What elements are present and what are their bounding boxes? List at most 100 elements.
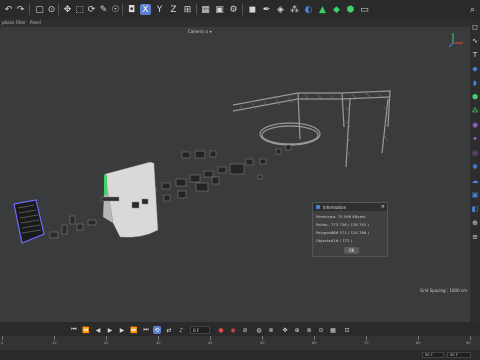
next-frame-icon[interactable]: ▶ <box>118 326 126 334</box>
brush-icon[interactable]: ✎ <box>98 4 109 15</box>
truss-structure <box>232 90 391 168</box>
effector-icon[interactable]: ◆ <box>331 4 342 15</box>
field-icon[interactable]: ▲ <box>317 4 328 15</box>
info-row-memory: Memory: ca. 75 566 KBytes <box>313 214 387 219</box>
tick-mark <box>366 336 367 340</box>
autokey-icon[interactable]: ◉ <box>229 326 237 334</box>
scale-key-icon[interactable]: ⊕ <box>293 326 301 334</box>
select-icon[interactable]: ▢ <box>34 4 45 15</box>
min-frame-field[interactable]: 90 F <box>422 352 444 358</box>
dialog-title: Information <box>323 204 347 210</box>
axis-z-icon[interactable]: Z <box>168 4 179 15</box>
go-to-start-icon[interactable]: ⏮ <box>70 326 78 334</box>
pen-spline-icon[interactable]: ✒ <box>261 4 272 15</box>
object-icon[interactable]: ◻ <box>471 23 479 31</box>
menu-panel[interactable]: Panel <box>30 20 41 25</box>
info-value: 616 ( 772 ) <box>331 238 353 243</box>
bend-deformer-icon[interactable]: ◐ <box>303 4 314 15</box>
move-icon[interactable]: ✥ <box>62 4 73 15</box>
cloner-icon[interactable]: ⁂ <box>471 107 479 115</box>
timeline-panel: ⏮ ⏪ ◀ ▶ ▶ ⏩ ⏭ ⟲ ⇄ ♪ 0 F ● ◉ ⊘ ◍ ⊗ ✥ ⊕ ⊛ … <box>0 322 480 360</box>
rotation-key-icon[interactable]: ⊛ <box>305 326 313 334</box>
axis-x-icon[interactable]: X <box>140 4 151 15</box>
menu-options[interactable]: ptions <box>2 20 14 25</box>
effector-icon[interactable]: ⬢ <box>471 93 479 101</box>
tag-icon[interactable]: ◉ <box>471 121 479 129</box>
next-key-icon[interactable]: ⏩ <box>130 326 138 334</box>
tick-label: 0 <box>1 341 4 345</box>
render-view-icon[interactable]: ▦ <box>200 4 211 15</box>
equipment-cluster <box>149 144 292 202</box>
menu-filter[interactable]: Filter <box>16 20 26 25</box>
toolbar-separator <box>242 4 243 15</box>
max-frame-field[interactable]: 90 F <box>447 352 471 358</box>
key-icon[interactable]: ◍ <box>255 326 263 334</box>
previous-key-icon[interactable]: ⏪ <box>82 326 90 334</box>
close-icon[interactable]: × <box>381 204 385 210</box>
coordinate-system-icon[interactable]: ⊞ <box>182 4 193 15</box>
axis-y-icon[interactable]: Y <box>154 4 165 15</box>
generator-icon[interactable]: ◆ <box>471 65 479 73</box>
render-settings-icon[interactable]: ⚙ <box>228 4 239 15</box>
info-key: Points: <box>316 222 329 227</box>
ok-button[interactable]: OK <box>344 247 359 254</box>
text-icon[interactable]: T <box>471 51 479 59</box>
light-icon[interactable]: ✺ <box>471 163 479 171</box>
tick-label: 50 <box>260 341 265 345</box>
undo-icon[interactable]: ↶ <box>3 4 14 15</box>
parameter-key-icon[interactable]: ⊙ <box>317 326 325 334</box>
tick-mark <box>262 336 263 340</box>
record-icon[interactable]: ● <box>217 326 225 334</box>
spline-icon[interactable]: ∿ <box>471 37 479 45</box>
tick-label: 80 <box>416 341 421 345</box>
3d-viewport[interactable]: Camera ⊙ ▾ Grid Spacing: 1000 cm <box>0 27 470 322</box>
null-icon[interactable]: ⊕ <box>471 219 479 227</box>
tick-label: 30 <box>156 341 161 345</box>
volume-icon[interactable]: ◎ <box>471 149 479 157</box>
cloner-icon[interactable]: ⁂ <box>289 4 300 15</box>
field-icon[interactable]: ✦ <box>471 135 479 143</box>
current-frame-field[interactable]: 0 F <box>190 326 210 334</box>
instance-icon[interactable]: ≡ <box>471 233 479 241</box>
previous-frame-icon[interactable]: ◀ <box>94 326 102 334</box>
tick-mark <box>2 336 3 340</box>
sound-icon[interactable]: ♪ <box>177 326 185 334</box>
keyframe-selection-icon[interactable]: ⊘ <box>241 326 249 334</box>
magnet-icon[interactable]: ☉ <box>110 4 121 15</box>
go-to-end-icon[interactable]: ⏭ <box>142 326 150 334</box>
rotate-icon[interactable]: ⟳ <box>86 4 97 15</box>
camera-icon[interactable]: ◧ <box>471 205 479 213</box>
time-ruler[interactable]: 0 10 20 30 40 50 60 70 80 90 <box>0 336 480 350</box>
info-value: 786 571 ( 134 786 ) <box>331 230 369 235</box>
tick-label: 40 <box>208 341 213 345</box>
scene-icon[interactable]: ▣ <box>471 191 479 199</box>
tick-mark <box>54 336 55 340</box>
search-icon[interactable]: ⌕ <box>467 4 478 15</box>
pla-key-icon[interactable]: ▦ <box>329 326 337 334</box>
server-rack <box>13 199 45 244</box>
axis-gizmo <box>448 33 463 48</box>
redo-icon[interactable]: ↷ <box>15 4 26 15</box>
position-key-icon[interactable]: ✥ <box>281 326 289 334</box>
live-selection-icon[interactable]: ⊙ <box>46 4 57 15</box>
sky-icon[interactable]: ☁ <box>471 177 479 185</box>
main-toolbar: ↶ ↷ ▢ ⊙ ✥ ⬚ ⟳ ✎ ☉ ◘ X Y Z ⊞ ▦ ▣ ⚙ ◼ ✒ ◈ … <box>0 0 480 19</box>
dynamics-icon[interactable]: ⬢ <box>345 4 356 15</box>
deform-icon[interactable]: ◗ <box>471 79 479 87</box>
cyclorama-backdrop <box>100 161 159 238</box>
locked-axis-icon[interactable]: ◘ <box>126 4 137 15</box>
floor-icon[interactable]: ▭ <box>359 4 370 15</box>
timeline-window-icon[interactable]: ⊡ <box>343 326 351 334</box>
play-icon[interactable]: ▶ <box>106 326 114 334</box>
info-key: Memory: <box>316 214 333 219</box>
loop-icon[interactable]: ⟲ <box>153 326 161 334</box>
render-picture-viewer-icon[interactable]: ▣ <box>214 4 225 15</box>
subdivision-icon[interactable]: ◈ <box>275 4 286 15</box>
scale-icon[interactable]: ⬚ <box>74 4 85 15</box>
truss-lattice <box>239 92 389 156</box>
cube-icon[interactable]: ◼ <box>247 4 258 15</box>
move-key-icon[interactable]: ⊗ <box>267 326 275 334</box>
scene-geometry <box>13 90 391 244</box>
toolbar-separator <box>122 4 123 15</box>
step-icon[interactable]: ⇄ <box>165 326 173 334</box>
